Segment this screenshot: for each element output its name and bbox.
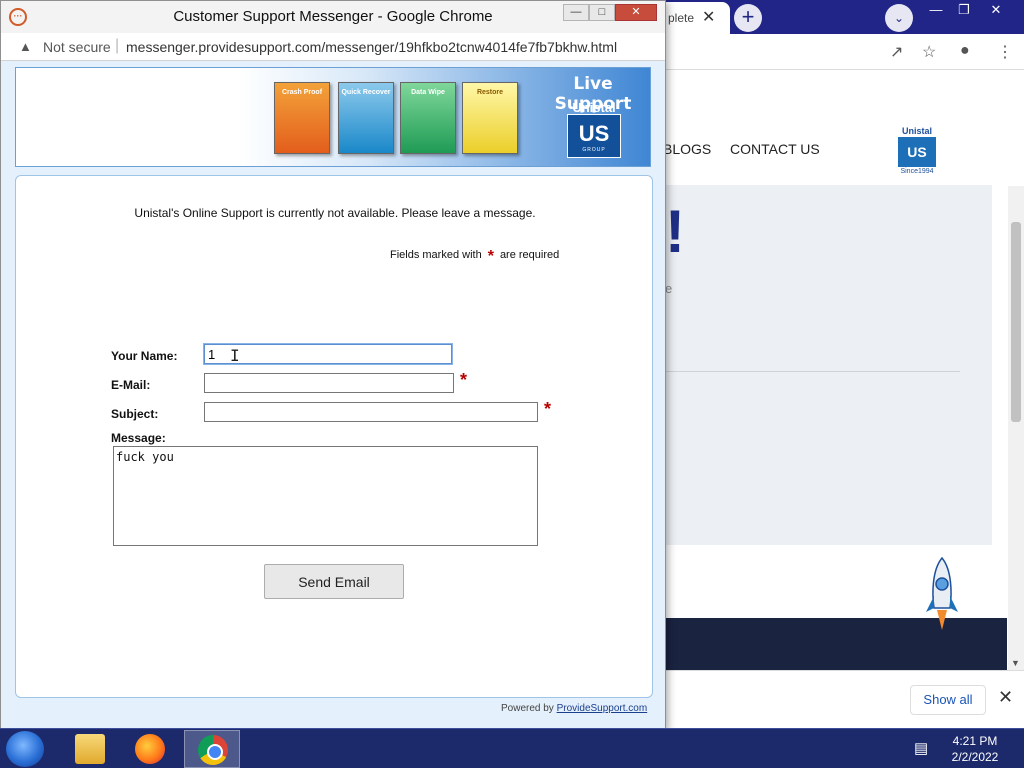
- share-icon[interactable]: ↗: [890, 42, 903, 62]
- clock-date: 2/2/2022: [951, 750, 999, 764]
- message-label: Message:: [111, 431, 166, 445]
- subject-label: Subject:: [111, 407, 159, 421]
- support-messenger-window: ··· Customer Support Messenger - Google …: [0, 0, 666, 730]
- name-label: Your Name:: [111, 349, 178, 363]
- minimize-icon[interactable]: —: [563, 4, 589, 21]
- required-suffix: are required: [499, 249, 560, 261]
- required-star: *: [544, 399, 552, 419]
- new-tab-icon[interactable]: +: [734, 4, 762, 32]
- divider: [665, 371, 960, 372]
- chrome-icon: [198, 735, 228, 765]
- text-cursor-icon: I: [230, 346, 240, 365]
- required-prefix: Fields marked with: [390, 249, 482, 261]
- close-window-icon[interactable]: ✕: [982, 1, 1010, 21]
- email-label: E-Mail:: [111, 378, 151, 392]
- subject-input[interactable]: [204, 402, 538, 422]
- powered-by: Powered by ProvideSupport.com: [501, 703, 647, 714]
- close-icon[interactable]: ✕: [998, 687, 1013, 708]
- address-bar[interactable]: ▲ Not secure | messenger.providesupport.…: [1, 33, 665, 61]
- scrollbar-thumb[interactable]: [1011, 222, 1021, 422]
- email-input[interactable]: [204, 373, 454, 393]
- required-star: *: [487, 248, 494, 265]
- start-button[interactable]: [6, 731, 44, 767]
- taskbar-file-explorer[interactable]: [62, 730, 118, 768]
- restore-box-image: Restore: [462, 82, 518, 154]
- firefox-icon: [135, 734, 165, 764]
- unistal-logo[interactable]: Unistal US Since1994: [895, 126, 939, 178]
- menu-icon[interactable]: ⋮: [997, 42, 1013, 62]
- network-icon[interactable]: ▤: [914, 739, 928, 757]
- hero-section: ! e: [665, 185, 992, 545]
- url-separator: |: [115, 37, 120, 54]
- maximize-icon[interactable]: □: [589, 4, 615, 21]
- required-fields-note: Fields marked with * are required: [390, 248, 559, 266]
- star-icon[interactable]: ☆: [922, 42, 936, 62]
- security-label[interactable]: Not secure: [43, 39, 111, 55]
- close-tab-icon[interactable]: ✕: [702, 7, 715, 27]
- url-text[interactable]: messenger.providesupport.com/messenger/1…: [126, 39, 617, 55]
- brand-name: Unistal: [572, 100, 616, 115]
- message-textarea[interactable]: fuck you: [113, 446, 538, 546]
- required-star: *: [460, 370, 468, 390]
- product-name: Data Wipe: [411, 89, 445, 96]
- hero-heading-fragment: !: [665, 198, 685, 265]
- product-name: Crash Proof: [281, 89, 323, 96]
- live-support-banner: Crash Proof Quick Recover Data Wipe Rest…: [15, 67, 651, 167]
- brand-group: GROUP: [582, 147, 606, 153]
- background-tab-title: plete: [668, 11, 695, 25]
- scroll-down-icon[interactable]: ▼: [1011, 658, 1020, 668]
- profile-icon[interactable]: ●: [960, 42, 970, 60]
- nav-contact-us[interactable]: CONTACT US: [730, 141, 820, 157]
- chevron-down-icon[interactable]: ⌄: [885, 4, 913, 32]
- product-name: Restore: [476, 89, 504, 96]
- scrollbar[interactable]: ▼: [1008, 186, 1024, 670]
- nav-blogs[interactable]: BLOGS: [663, 141, 711, 157]
- minimize-icon[interactable]: —: [922, 1, 950, 21]
- powered-prefix: Powered by: [501, 703, 554, 714]
- taskbar: ▤ 4:21 PM 2/2/2022: [0, 728, 1024, 768]
- taskbar-firefox[interactable]: [122, 730, 178, 768]
- folder-icon: [75, 734, 105, 764]
- warning-icon[interactable]: ▲: [19, 39, 32, 54]
- unavailable-notice: Unistal's Online Support is currently no…: [134, 206, 536, 220]
- system-clock[interactable]: 4:21 PM 2/2/2022: [940, 733, 1010, 765]
- offline-message-form: Unistal's Online Support is currently no…: [15, 175, 653, 698]
- restore-icon[interactable]: ❐: [950, 1, 978, 21]
- logo-mark: US: [898, 137, 936, 167]
- providesupport-link[interactable]: ProvideSupport.com: [557, 703, 648, 714]
- crash-proof-box-image: Crash Proof: [274, 82, 330, 154]
- send-email-button[interactable]: Send Email: [264, 564, 404, 599]
- name-input[interactable]: [204, 344, 452, 364]
- close-window-icon[interactable]: ✕: [615, 4, 657, 21]
- data-wipe-box-image: Data Wipe: [400, 82, 456, 154]
- show-all-button[interactable]: Show all: [910, 685, 986, 715]
- logo-since: Since1994: [900, 168, 934, 175]
- product-name: Quick Recover: [341, 89, 391, 96]
- quick-recover-box-image: Quick Recover: [338, 82, 394, 154]
- popup-titlebar[interactable]: ··· Customer Support Messenger - Google …: [1, 1, 665, 33]
- logo-name: Unistal: [901, 126, 932, 136]
- clock-time: 4:21 PM: [952, 734, 998, 748]
- rocket-icon[interactable]: [924, 556, 960, 632]
- hero-text-fragment: e: [665, 281, 673, 296]
- taskbar-chrome[interactable]: [184, 730, 240, 768]
- popup-content: Crash Proof Quick Recover Data Wipe Rest…: [1, 61, 665, 729]
